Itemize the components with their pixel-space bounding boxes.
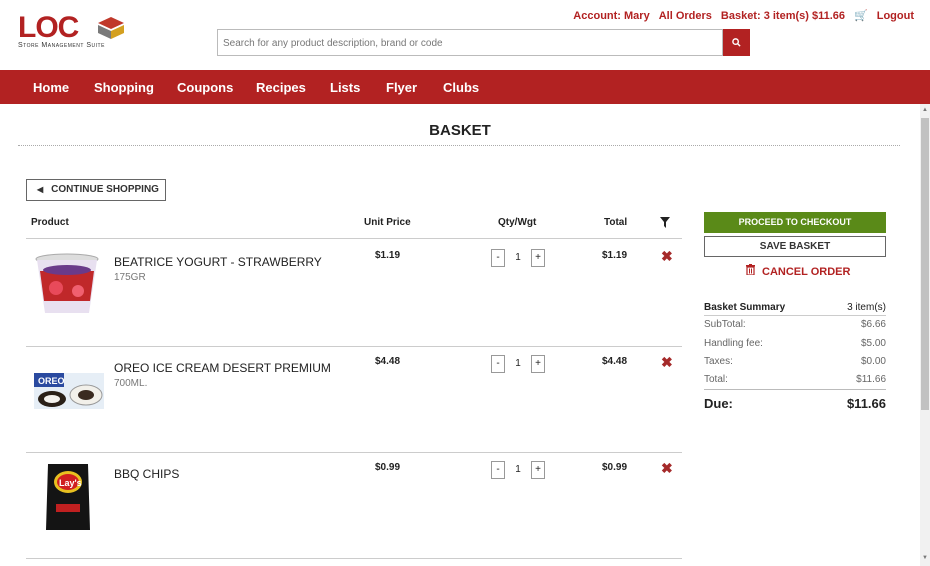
account-links: Account: Mary All Orders Basket: 3 item(s)… bbox=[573, 9, 914, 22]
search-icon bbox=[732, 38, 741, 47]
proceed-to-checkout-button[interactable]: PROCEED TO CHECKOUT bbox=[704, 212, 886, 233]
summary-label: SubTotal: bbox=[704, 319, 746, 330]
unit-price: $0.99 bbox=[375, 462, 401, 473]
header-total: Total bbox=[604, 217, 628, 228]
cart-icon[interactable]: 🛒 bbox=[854, 10, 868, 22]
logo-subtitle: Store Management Suite bbox=[18, 42, 105, 49]
main-nav: Home Shopping Coupons Recipes Lists Flye… bbox=[0, 70, 930, 104]
row-divider bbox=[26, 452, 682, 453]
quantity-stepper: - 1 + bbox=[491, 355, 545, 373]
due-label: Due: bbox=[704, 396, 733, 411]
product-image-chips[interactable]: Lay's bbox=[44, 462, 92, 532]
quantity-stepper: - 1 + bbox=[491, 249, 545, 267]
summary-value: $5.00 bbox=[860, 338, 886, 349]
svg-text:Lay's: Lay's bbox=[59, 478, 82, 488]
product-name[interactable]: BEATRICE YOGURT - STRAWBERRY bbox=[114, 255, 322, 269]
scroll-down-icon[interactable]: ▼ bbox=[922, 555, 928, 561]
summary-row-subtotal: SubTotal: $6.66 bbox=[704, 319, 886, 330]
nav-coupons[interactable]: Coupons bbox=[177, 80, 233, 95]
product-size: 175GR bbox=[114, 272, 146, 283]
quantity-stepper: - 1 + bbox=[491, 461, 545, 479]
summary-divider bbox=[704, 315, 886, 316]
header-qty: Qty/Wgt bbox=[498, 217, 537, 228]
product-size: 700ML. bbox=[114, 378, 148, 389]
summary-label: Handling fee: bbox=[704, 338, 763, 349]
increase-qty-button[interactable]: + bbox=[531, 355, 545, 373]
summary-row-handling: Handling fee: $5.00 bbox=[704, 338, 886, 349]
increase-qty-button[interactable]: + bbox=[531, 461, 545, 479]
row-divider bbox=[26, 346, 682, 347]
nav-shopping[interactable]: Shopping bbox=[94, 80, 154, 95]
remove-item-icon[interactable]: ✖ bbox=[661, 248, 673, 265]
summary-due: Due: $11.66 bbox=[704, 396, 886, 411]
row-divider bbox=[26, 558, 682, 559]
cancel-order-button[interactable]: CANCEL ORDER bbox=[746, 264, 850, 278]
nav-lists[interactable]: Lists bbox=[330, 80, 360, 95]
qty-value[interactable]: 1 bbox=[509, 355, 527, 373]
page-title: BASKET bbox=[429, 122, 491, 139]
product-image-yogurt[interactable] bbox=[34, 253, 100, 317]
row-total: $1.19 bbox=[602, 250, 628, 261]
summary-value: $6.66 bbox=[860, 319, 886, 330]
qty-value[interactable]: 1 bbox=[509, 249, 527, 267]
basket-summary-header: Basket Summary 3 item(s) bbox=[704, 302, 886, 313]
top-header: LOC Store Management Suite Account: Mary… bbox=[0, 0, 930, 70]
summary-total-divider bbox=[704, 389, 886, 390]
continue-shopping-button[interactable]: ◀ CONTINUE SHOPPING bbox=[26, 179, 166, 201]
trash-icon bbox=[746, 264, 755, 275]
row-total: $4.48 bbox=[602, 356, 628, 367]
product-image-oreo[interactable]: OREO bbox=[34, 373, 104, 409]
summary-row-taxes: Taxes: $0.00 bbox=[704, 356, 886, 367]
summary-row-total: Total: $11.66 bbox=[704, 374, 886, 385]
decrease-qty-button[interactable]: - bbox=[491, 249, 505, 267]
summary-count: 3 item(s) bbox=[847, 302, 886, 313]
decrease-qty-button[interactable]: - bbox=[491, 461, 505, 479]
svg-text:OREO: OREO bbox=[38, 376, 65, 386]
summary-label: Taxes: bbox=[704, 356, 733, 367]
remove-item-icon[interactable]: ✖ bbox=[661, 354, 673, 371]
remove-item-icon[interactable]: ✖ bbox=[661, 460, 673, 477]
nav-home[interactable]: Home bbox=[33, 80, 69, 95]
unit-price: $4.48 bbox=[375, 356, 401, 367]
header-product: Product bbox=[31, 217, 69, 228]
row-total: $0.99 bbox=[602, 462, 628, 473]
all-orders-link[interactable]: All Orders bbox=[659, 10, 712, 22]
nav-flyer[interactable]: Flyer bbox=[386, 80, 417, 95]
scroll-up-icon[interactable]: ▲ bbox=[922, 107, 928, 113]
product-name[interactable]: OREO ICE CREAM DESERT PREMIUM bbox=[114, 361, 331, 375]
caret-left-icon: ◀ bbox=[37, 185, 44, 194]
store-logo[interactable]: LOC Store Management Suite bbox=[18, 11, 133, 49]
logout-link[interactable]: Logout bbox=[877, 10, 914, 22]
table-header-divider bbox=[26, 238, 682, 239]
header-unit-price: Unit Price bbox=[364, 217, 411, 228]
summary-title: Basket Summary bbox=[704, 302, 786, 313]
basket-link[interactable]: Basket: 3 item(s) $11.66 bbox=[721, 10, 845, 22]
due-value: $11.66 bbox=[846, 396, 886, 411]
account-link[interactable]: Account: Mary bbox=[573, 10, 649, 22]
filter-icon[interactable] bbox=[660, 217, 670, 228]
unit-price: $1.19 bbox=[375, 250, 401, 261]
logo-text: LOC bbox=[18, 11, 79, 44]
nav-clubs[interactable]: Clubs bbox=[443, 80, 479, 95]
logo-cube-icon bbox=[98, 17, 124, 39]
search-button[interactable] bbox=[723, 29, 750, 56]
title-divider bbox=[18, 145, 900, 146]
summary-value: $11.66 bbox=[856, 374, 886, 385]
search-input[interactable]: Search for any product description, bran… bbox=[217, 29, 723, 56]
continue-shopping-label: CONTINUE SHOPPING bbox=[51, 184, 159, 195]
summary-label: Total: bbox=[704, 374, 728, 385]
qty-value[interactable]: 1 bbox=[509, 461, 527, 479]
save-basket-button[interactable]: SAVE BASKET bbox=[704, 236, 886, 257]
scrollbar-thumb[interactable] bbox=[921, 118, 929, 410]
page-scrollbar[interactable]: ▲ ▼ bbox=[920, 104, 930, 566]
cancel-order-label: CANCEL ORDER bbox=[762, 266, 851, 278]
summary-value: $0.00 bbox=[860, 356, 886, 367]
increase-qty-button[interactable]: + bbox=[531, 249, 545, 267]
product-name[interactable]: BBQ CHIPS bbox=[114, 467, 179, 481]
decrease-qty-button[interactable]: - bbox=[491, 355, 505, 373]
nav-recipes[interactable]: Recipes bbox=[256, 80, 306, 95]
